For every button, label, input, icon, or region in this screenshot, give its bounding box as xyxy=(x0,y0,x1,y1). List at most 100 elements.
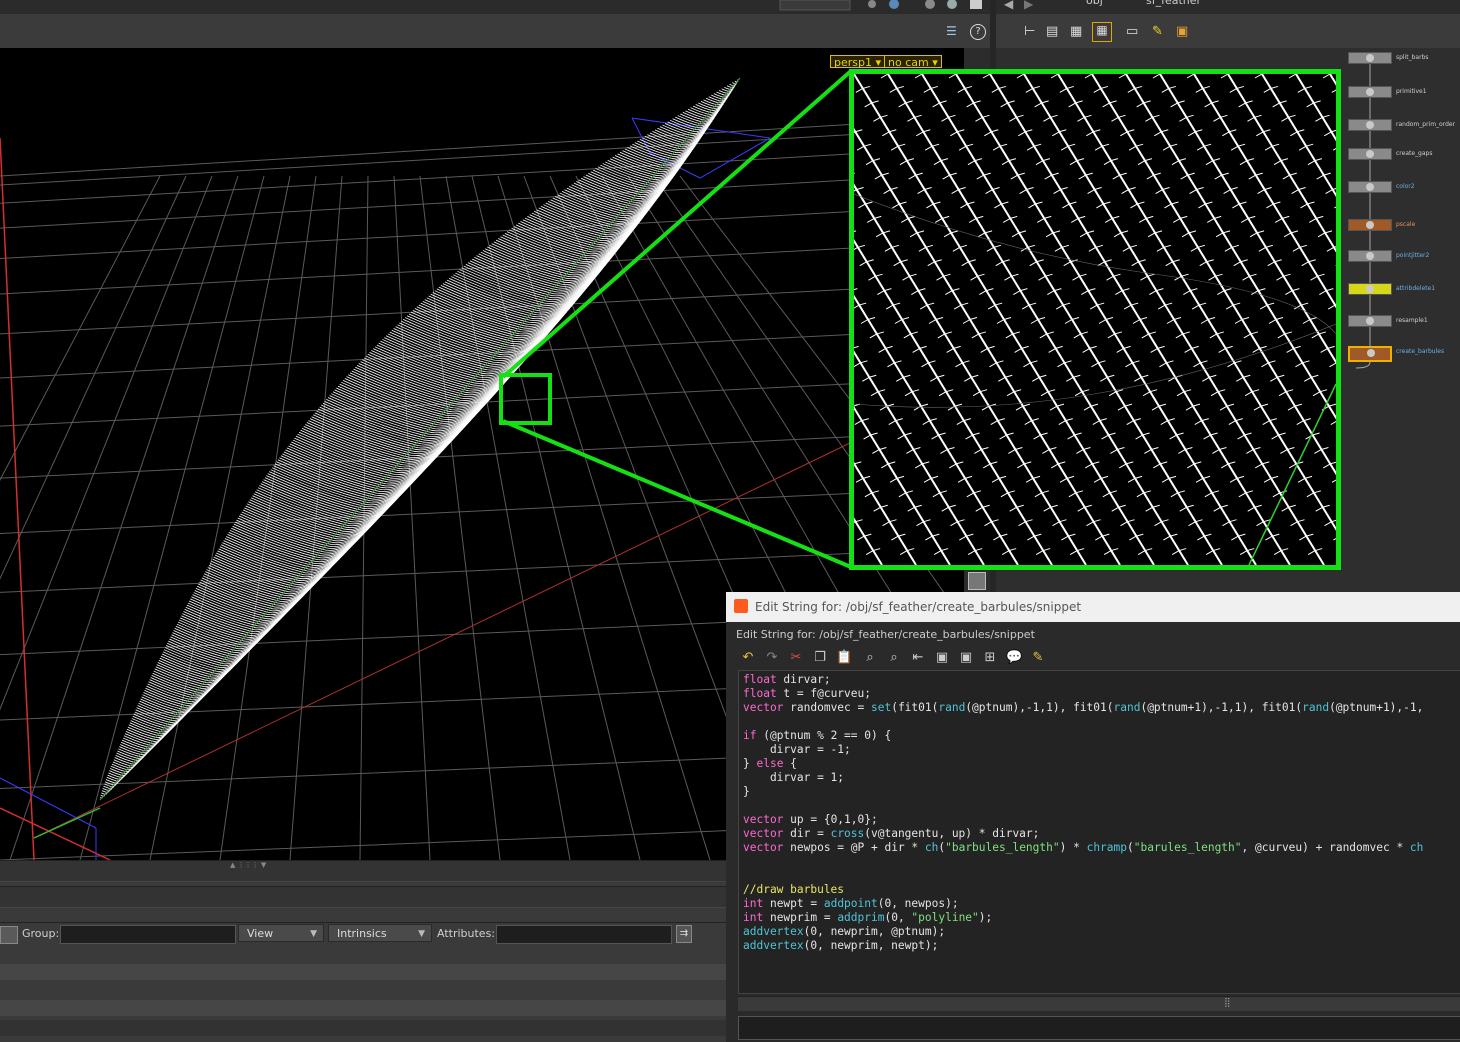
copy-icon[interactable]: ❐ xyxy=(812,650,828,666)
node-label[interactable]: random_prim_order xyxy=(1396,121,1455,129)
group-label: Group: xyxy=(22,927,60,940)
node-label[interactable]: split_barbs xyxy=(1396,54,1429,62)
detail-view-icon[interactable]: ▦ xyxy=(1070,24,1082,39)
code-line: dirvar = 1; xyxy=(743,771,845,784)
editor-label: Edit String for: /obj/sf_feather/create_… xyxy=(736,628,1035,641)
window-title: Edit String for: /obj/sf_feather/create_… xyxy=(755,600,1082,614)
dropdown-arrow-icon: ▼ xyxy=(310,929,317,939)
camera-menu[interactable]: persp1 ▾ xyxy=(830,55,886,69)
network-node[interactable] xyxy=(1348,148,1392,160)
network-node[interactable] xyxy=(1348,250,1392,262)
code-line: vector newpos = @P + dir * ch("barbules_… xyxy=(743,841,1424,854)
paste-icon[interactable]: 📋 xyxy=(836,650,852,666)
sticky-note-icon[interactable]: ✎ xyxy=(1152,24,1163,39)
network-node[interactable] xyxy=(1348,119,1392,131)
help-bubble-icon[interactable]: 💬 xyxy=(1006,650,1022,666)
feather-shaft xyxy=(99,77,741,801)
window-titlebar[interactable]: Edit String for: /obj/sf_feather/create_… xyxy=(726,592,1460,622)
dropdown-arrow-icon: ▾ xyxy=(928,56,938,69)
redo-icon[interactable]: ↷ xyxy=(764,650,780,666)
node-type-icon xyxy=(1366,54,1374,62)
tree-view-icon[interactable]: ⊢ xyxy=(1024,24,1035,39)
code-line: addvertex(0, newprim, @ptnum); xyxy=(743,925,946,938)
back-arrow-icon[interactable]: ◀ xyxy=(1004,0,1013,11)
y-axis-line xyxy=(0,137,35,860)
code-line: vector randomvec = set(fit01(rand(@ptnum… xyxy=(743,701,1424,714)
attributes-input[interactable] xyxy=(496,925,672,944)
forward-arrow-icon[interactable]: ▶ xyxy=(1024,0,1033,11)
barbule-strands xyxy=(854,74,1336,565)
network-toolbar: ⊢ ▤ ▦ ▦ ▭ ✎ ▣ xyxy=(996,14,1460,48)
camera-mode: no cam xyxy=(888,56,929,69)
code-line: addvertex(0, newprim, newpt); xyxy=(743,939,939,952)
uncomment-icon[interactable]: ▣ xyxy=(958,650,974,666)
indent-icon[interactable]: ⇤ xyxy=(910,650,926,666)
attribute-menu-icon[interactable]: ⇉ xyxy=(676,925,692,943)
node-label[interactable]: color2 xyxy=(1396,183,1415,191)
code-line: float dirvar; xyxy=(743,673,831,686)
code-line: vector up = {0,1,0}; xyxy=(743,813,878,826)
horizontal-scrollbar[interactable]: ⣿ xyxy=(738,996,1460,1011)
pane-divider[interactable]: ▲ ⋮⋮⋮ ▼ xyxy=(0,860,726,882)
node-label[interactable]: create_barbules xyxy=(1396,348,1444,356)
code-editor[interactable]: float dirvar; float t = f@curveu; vector r… xyxy=(738,670,1460,994)
network-node[interactable] xyxy=(1348,315,1392,327)
network-node[interactable] xyxy=(1348,86,1392,98)
cut-icon[interactable]: ✂ xyxy=(788,650,804,666)
node-type-icon xyxy=(1366,183,1374,191)
network-node[interactable] xyxy=(1348,52,1392,64)
asset-icon[interactable]: ▣ xyxy=(1176,24,1188,39)
network-node[interactable] xyxy=(1348,346,1392,362)
intrinsics-select[interactable]: Intrinsics ▼ xyxy=(328,924,432,942)
notes-icon[interactable]: ✎ xyxy=(1030,650,1046,666)
expression-input[interactable] xyxy=(738,1016,1460,1040)
scroll-grip-icon[interactable]: ⣿ xyxy=(1224,997,1231,1009)
viewer-top-icons xyxy=(779,0,982,11)
table-row[interactable] xyxy=(0,1020,726,1036)
node-label[interactable]: pscale xyxy=(1396,221,1415,229)
code-line: float t = f@curveu; xyxy=(743,687,871,700)
node-label[interactable]: create_gaps xyxy=(1396,150,1432,158)
grid-view-icon[interactable]: ▦ xyxy=(1092,22,1112,42)
find-icon[interactable]: ⌕ xyxy=(862,650,878,666)
node-type-icon xyxy=(1366,150,1374,158)
node-type-icon xyxy=(1366,121,1374,129)
node-label[interactable]: attribdelete1 xyxy=(1396,285,1435,293)
list-view-icon[interactable]: ▤ xyxy=(1046,24,1058,39)
network-node[interactable] xyxy=(1348,283,1392,295)
node-type-icon xyxy=(1366,285,1374,293)
code-line: } else { xyxy=(743,757,797,770)
snapshot-icon[interactable] xyxy=(968,572,986,590)
code-line: int newpt = addpoint(0, newpos); xyxy=(743,897,959,910)
replace-icon[interactable]: ⌕ xyxy=(886,650,902,666)
viewer-toolbar: ☰ ? xyxy=(0,14,990,48)
help-icon[interactable]: ? xyxy=(970,24,986,40)
node-label[interactable]: primitive1 xyxy=(1396,88,1427,96)
table-row[interactable] xyxy=(0,1000,726,1016)
display-options-icon[interactable]: ☰ xyxy=(946,24,962,40)
node-type-icon xyxy=(1366,252,1374,260)
code-line: //draw barbules xyxy=(743,883,845,896)
expand-icon[interactable]: ⊞ xyxy=(982,650,998,666)
view-select[interactable]: View ▼ xyxy=(238,924,324,942)
group-input[interactable] xyxy=(60,925,236,944)
path-root[interactable]: obj xyxy=(1086,0,1103,7)
node-label[interactable]: resample1 xyxy=(1396,317,1428,325)
table-row[interactable] xyxy=(0,964,726,980)
split-handle-icon[interactable]: ▲ ⋮⋮⋮ ▼ xyxy=(230,861,266,869)
node-type-icon xyxy=(1366,221,1374,229)
network-node[interactable] xyxy=(1348,181,1392,193)
path-node[interactable]: sf_feather xyxy=(1146,0,1201,7)
camera-mode-menu[interactable]: no cam ▾ xyxy=(884,55,942,69)
x-axis-line xyxy=(0,807,111,860)
code-line: } xyxy=(743,785,750,798)
network-box-icon[interactable]: ▭ xyxy=(1126,24,1138,39)
viewer-top-bar xyxy=(0,0,990,15)
editor-toolbar: ↶ ↷ ✂ ❐ 📋 ⌕ ⌕ ⇤ ▣ ▣ ⊞ 💬 ✎ xyxy=(736,648,1460,670)
network-node[interactable] xyxy=(1348,219,1392,231)
comment-icon[interactable]: ▣ xyxy=(934,650,950,666)
geometry-type-icon[interactable] xyxy=(0,926,18,944)
node-label[interactable]: pointjitter2 xyxy=(1396,252,1429,260)
dropdown-arrow-icon: ▾ xyxy=(871,56,882,69)
undo-icon[interactable]: ↶ xyxy=(740,650,756,666)
